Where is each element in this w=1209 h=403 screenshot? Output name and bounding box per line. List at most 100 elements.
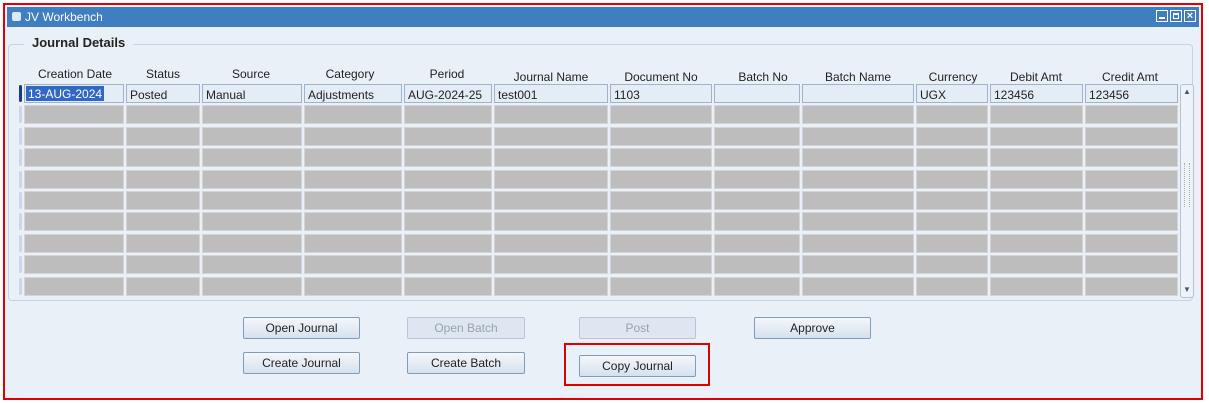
- cell-currency[interactable]: [916, 170, 988, 189]
- cell-debit-amt[interactable]: [990, 105, 1083, 124]
- cell-document-no[interactable]: [610, 255, 712, 274]
- row-indicator[interactable]: [19, 213, 22, 230]
- cell-batch-name[interactable]: [802, 84, 914, 103]
- approve-button[interactable]: Approve: [754, 317, 871, 339]
- cell-currency[interactable]: [916, 234, 988, 253]
- cell-source[interactable]: [202, 255, 302, 274]
- cell-journal-name[interactable]: [494, 148, 608, 167]
- cell-batch-no[interactable]: [714, 255, 800, 274]
- cell-debit-amt[interactable]: [990, 255, 1083, 274]
- cell-period[interactable]: [404, 255, 492, 274]
- cell-status[interactable]: [126, 105, 200, 124]
- cell-source[interactable]: [202, 148, 302, 167]
- row-indicator[interactable]: [19, 235, 22, 252]
- cell-debit-amt[interactable]: [990, 212, 1083, 231]
- cell-credit-amt[interactable]: 123456: [1085, 84, 1178, 103]
- cell-credit-amt[interactable]: [1085, 234, 1178, 253]
- cell-debit-amt[interactable]: [990, 234, 1083, 253]
- cell-credit-amt[interactable]: [1085, 148, 1178, 167]
- cell-document-no[interactable]: [610, 127, 712, 146]
- cell-status[interactable]: [126, 212, 200, 231]
- maximize-icon[interactable]: [1170, 10, 1182, 22]
- cell-credit-amt[interactable]: [1085, 170, 1178, 189]
- cell-document-no[interactable]: [610, 148, 712, 167]
- row-indicator[interactable]: [19, 256, 22, 273]
- cell-source[interactable]: [202, 105, 302, 124]
- cell-batch-no[interactable]: [714, 277, 800, 296]
- cell-creation-date[interactable]: [24, 170, 124, 189]
- cell-currency[interactable]: [916, 105, 988, 124]
- cell-batch-name[interactable]: [802, 277, 914, 296]
- cell-category[interactable]: [304, 212, 402, 231]
- cell-status[interactable]: [126, 277, 200, 296]
- cell-currency[interactable]: [916, 255, 988, 274]
- cell-document-no[interactable]: [610, 277, 712, 296]
- cell-creation-date[interactable]: 13-AUG-2024: [24, 84, 124, 103]
- cell-batch-name[interactable]: [802, 234, 914, 253]
- cell-status[interactable]: [126, 170, 200, 189]
- cell-document-no[interactable]: [610, 191, 712, 210]
- cell-period[interactable]: AUG-2024-25: [404, 84, 492, 103]
- cell-batch-name[interactable]: [802, 212, 914, 231]
- scroll-up-icon[interactable]: ▲: [1181, 85, 1193, 99]
- cell-journal-name[interactable]: [494, 277, 608, 296]
- cell-batch-no[interactable]: [714, 105, 800, 124]
- cell-credit-amt[interactable]: [1085, 277, 1178, 296]
- close-icon[interactable]: ×: [1184, 10, 1196, 22]
- cell-journal-name[interactable]: test001: [494, 84, 608, 103]
- cell-source[interactable]: [202, 170, 302, 189]
- post-button[interactable]: Post: [579, 317, 696, 339]
- cell-creation-date[interactable]: [24, 105, 124, 124]
- scroll-thumb[interactable]: [1184, 163, 1190, 207]
- cell-status[interactable]: [126, 191, 200, 210]
- cell-debit-amt[interactable]: [990, 277, 1083, 296]
- cell-batch-name[interactable]: [802, 148, 914, 167]
- cell-journal-name[interactable]: [494, 191, 608, 210]
- cell-currency[interactable]: [916, 212, 988, 231]
- cell-status[interactable]: [126, 255, 200, 274]
- cell-debit-amt[interactable]: [990, 148, 1083, 167]
- row-indicator[interactable]: [19, 149, 22, 166]
- cell-credit-amt[interactable]: [1085, 212, 1178, 231]
- open-journal-button[interactable]: Open Journal: [243, 317, 360, 339]
- cell-batch-no[interactable]: [714, 170, 800, 189]
- cell-credit-amt[interactable]: [1085, 105, 1178, 124]
- cell-document-no[interactable]: 1103: [610, 84, 712, 103]
- row-indicator[interactable]: [19, 192, 22, 209]
- cell-batch-no[interactable]: [714, 84, 800, 103]
- cell-category[interactable]: [304, 277, 402, 296]
- cell-currency[interactable]: [916, 277, 988, 296]
- cell-currency[interactable]: UGX: [916, 84, 988, 103]
- cell-batch-no[interactable]: [714, 191, 800, 210]
- cell-category[interactable]: [304, 255, 402, 274]
- cell-category[interactable]: [304, 105, 402, 124]
- cell-category[interactable]: [304, 170, 402, 189]
- cell-credit-amt[interactable]: [1085, 191, 1178, 210]
- cell-journal-name[interactable]: [494, 127, 608, 146]
- row-indicator[interactable]: [19, 128, 22, 145]
- cell-journal-name[interactable]: [494, 234, 608, 253]
- cell-source[interactable]: [202, 191, 302, 210]
- cell-creation-date[interactable]: [24, 234, 124, 253]
- open-batch-button[interactable]: Open Batch: [407, 317, 525, 339]
- cell-source[interactable]: [202, 277, 302, 296]
- cell-period[interactable]: [404, 170, 492, 189]
- cell-creation-date[interactable]: [24, 191, 124, 210]
- cell-status[interactable]: Posted: [126, 84, 200, 103]
- cell-credit-amt[interactable]: [1085, 255, 1178, 274]
- create-batch-button[interactable]: Create Batch: [407, 352, 525, 374]
- cell-journal-name[interactable]: [494, 212, 608, 231]
- vertical-scrollbar[interactable]: ▲ ▼: [1180, 84, 1194, 298]
- cell-currency[interactable]: [916, 127, 988, 146]
- row-indicator[interactable]: [19, 106, 22, 123]
- cell-document-no[interactable]: [610, 105, 712, 124]
- cell-creation-date[interactable]: [24, 255, 124, 274]
- cell-batch-name[interactable]: [802, 105, 914, 124]
- cell-category[interactable]: [304, 127, 402, 146]
- cell-batch-no[interactable]: [714, 127, 800, 146]
- cell-category[interactable]: Adjustments: [304, 84, 402, 103]
- cell-batch-name[interactable]: [802, 255, 914, 274]
- cell-creation-date[interactable]: [24, 212, 124, 231]
- cell-journal-name[interactable]: [494, 105, 608, 124]
- cell-source[interactable]: [202, 234, 302, 253]
